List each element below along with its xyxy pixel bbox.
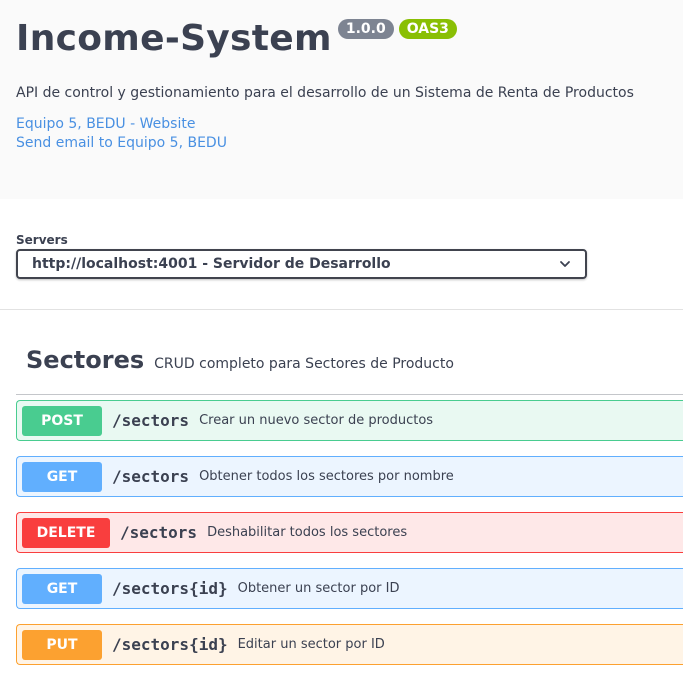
oas-badge: OAS3 [398, 19, 457, 39]
operation-summary: Obtener un sector por ID [237, 581, 400, 596]
contact-links: Equipo 5, BEDU - Website Send email to E… [16, 115, 667, 153]
version-badge: 1.0.0 [337, 19, 394, 39]
tag-section-sectores: Sectores CRUD completo para Sectores de … [0, 310, 683, 665]
operation-path: /sectors [112, 467, 190, 486]
servers-label: Servers [16, 233, 68, 247]
tag-header[interactable]: Sectores CRUD completo para Sectores de … [16, 310, 683, 395]
method-badge-put: PUT [22, 629, 102, 660]
chevron-down-icon [560, 261, 570, 267]
operation-path: /sectors{id} [112, 579, 228, 598]
operation-path: /sectors [120, 523, 198, 542]
server-select-value: http://localhost:4001 - Servidor de Desa… [32, 256, 391, 272]
operation-summary: Obtener todos los sectores por nombre [199, 469, 454, 484]
operation-get-sector-by-id[interactable]: GET /sectors{id} Obtener un sector por I… [16, 568, 683, 609]
api-description: API de control y gestionamiento para el … [16, 85, 634, 101]
operation-post-sectors[interactable]: POST /sectors Crear un nuevo sector de p… [16, 400, 683, 441]
servers-section: Servers http://localhost:4001 - Servidor… [0, 199, 683, 310]
operation-get-sectors[interactable]: GET /sectors Obtener todos los sectores … [16, 456, 683, 497]
operation-put-sector-by-id[interactable]: PUT /sectors{id} Editar un sector por ID [16, 624, 683, 665]
method-badge-get: GET [22, 461, 102, 492]
website-link[interactable]: Equipo 5, BEDU - Website [16, 115, 667, 134]
method-badge-delete: DELETE [22, 517, 110, 548]
operation-summary: Crear un nuevo sector de productos [199, 413, 434, 428]
server-select[interactable]: http://localhost:4001 - Servidor de Desa… [16, 249, 587, 279]
email-link[interactable]: Send email to Equipo 5, BEDU [16, 134, 667, 153]
tag-description: CRUD completo para Sectores de Producto [154, 356, 454, 372]
method-badge-get: GET [22, 573, 102, 604]
info-header: Income-System 1.0.0 OAS3 API de control … [0, 0, 683, 199]
operation-path: /sectors{id} [112, 635, 228, 654]
operation-delete-sectors[interactable]: DELETE /sectors Deshabilitar todos los s… [16, 512, 683, 553]
tag-name: Sectores [26, 346, 145, 374]
operation-path: /sectors [112, 411, 190, 430]
method-badge-post: POST [22, 405, 102, 436]
title-row: Income-System 1.0.0 OAS3 [16, 18, 667, 60]
api-title: Income-System [16, 18, 332, 59]
operation-summary: Deshabilitar todos los sectores [207, 525, 408, 540]
operation-summary: Editar un sector por ID [237, 637, 385, 652]
